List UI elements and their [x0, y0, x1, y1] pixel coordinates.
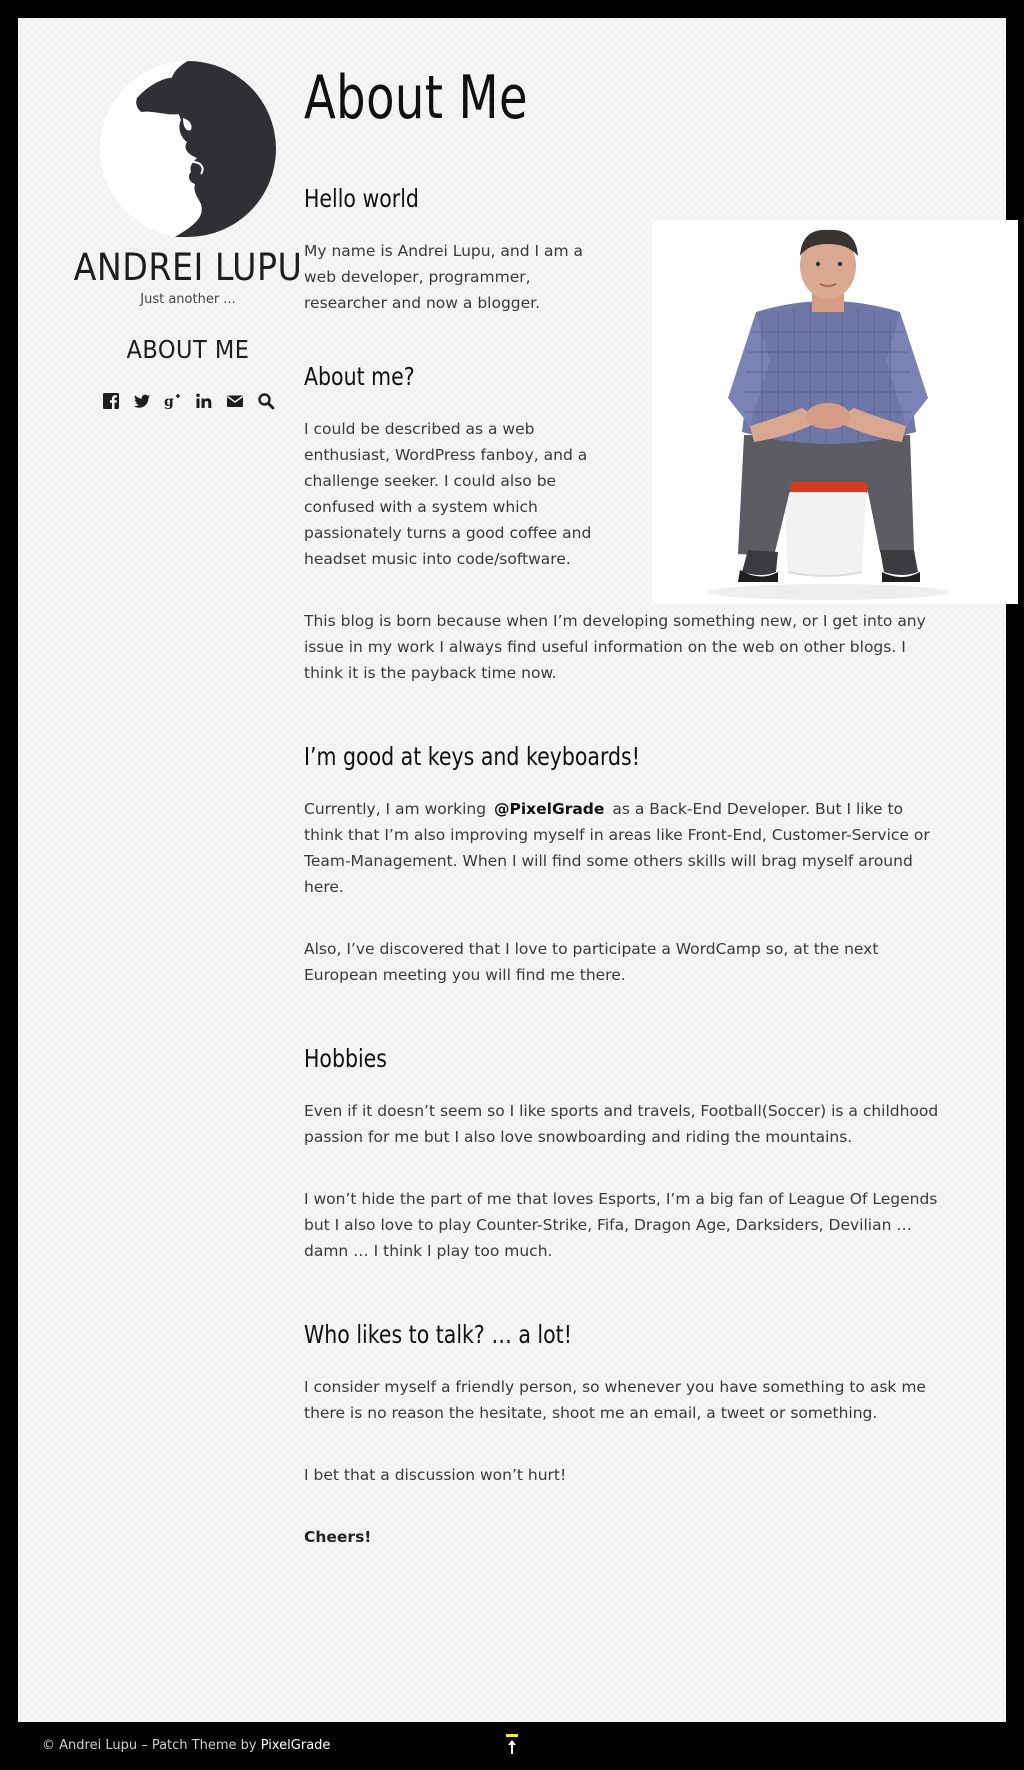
site-logo[interactable]	[97, 58, 279, 240]
heading-who-likes-to-talk: Who likes to talk? … a lot!	[304, 1320, 572, 1349]
arrow-up-icon[interactable]	[502, 1732, 522, 1758]
facebook-icon[interactable]	[101, 391, 120, 410]
footer-copyright: © Andrei Lupu – Patch Theme by PixelGrad…	[42, 1738, 330, 1753]
site-tagline: Just another ...	[140, 292, 236, 307]
paragraph: I could be described as a web enthusiast…	[304, 420, 592, 568]
sidebar: ANDREI LUPU Just another ... ABOUT ME g	[72, 58, 304, 410]
linkedin-icon[interactable]	[194, 391, 213, 410]
footer-copyright-text: © Andrei Lupu – Patch Theme by	[42, 1738, 261, 1753]
heading-about-me: About me?	[304, 362, 415, 391]
heading-hello-world: Hello world	[304, 184, 419, 213]
section-who-likes-to-talk: Who likes to talk? … a lot! I consider m…	[304, 1320, 944, 1550]
main-content: About Me Hello world My name is Andrei L…	[304, 58, 1018, 1550]
nav-item-label: ABOUT ME	[126, 335, 250, 364]
nav-item-about-me[interactable]: ABOUT ME	[120, 335, 256, 365]
paragraph: Even if it doesn’t seem so I like sports…	[304, 1102, 939, 1146]
paragraph: Also, I’ve discovered that I love to par…	[304, 940, 879, 984]
pixelgrade-link[interactable]: @PixelGrade	[491, 800, 607, 818]
paragraph: I consider myself a friendly person, so …	[304, 1378, 926, 1422]
paragraph-text: Currently, I am working	[304, 800, 491, 818]
svg-text:g: g	[164, 394, 174, 410]
twitter-icon[interactable]	[132, 391, 151, 410]
site-title[interactable]: ANDREI LUPU	[72, 246, 304, 290]
footer-theme-link[interactable]: PixelGrade	[261, 1738, 331, 1753]
page-title: About Me	[304, 63, 529, 133]
google-plus-icon[interactable]: g	[163, 391, 182, 410]
site-footer: © Andrei Lupu – Patch Theme by PixelGrad…	[0, 1722, 1024, 1770]
paragraph: This blog is born because when I’m devel…	[304, 612, 926, 682]
section-keys-keyboards: I’m good at keys and keyboards! Currentl…	[304, 742, 944, 988]
sign-off: Cheers!	[304, 1528, 372, 1546]
author-photo	[652, 220, 1018, 604]
search-icon[interactable]	[256, 391, 275, 410]
heading-keys-keyboards: I’m good at keys and keyboards!	[304, 742, 640, 771]
paragraph: My name is Andrei Lupu, and I am a web d…	[304, 242, 584, 312]
paragraph: I bet that a discussion won’t hurt!	[304, 1466, 567, 1484]
paragraph: I won’t hide the part of me that loves E…	[304, 1190, 938, 1260]
heading-hobbies: Hobbies	[304, 1044, 387, 1073]
paragraph: Currently, I am working @PixelGrade as a…	[304, 796, 944, 900]
section-hobbies: Hobbies Even if it doesn’t seem so I lik…	[304, 1044, 944, 1264]
social-links: g	[72, 391, 304, 410]
email-icon[interactable]	[225, 391, 244, 410]
